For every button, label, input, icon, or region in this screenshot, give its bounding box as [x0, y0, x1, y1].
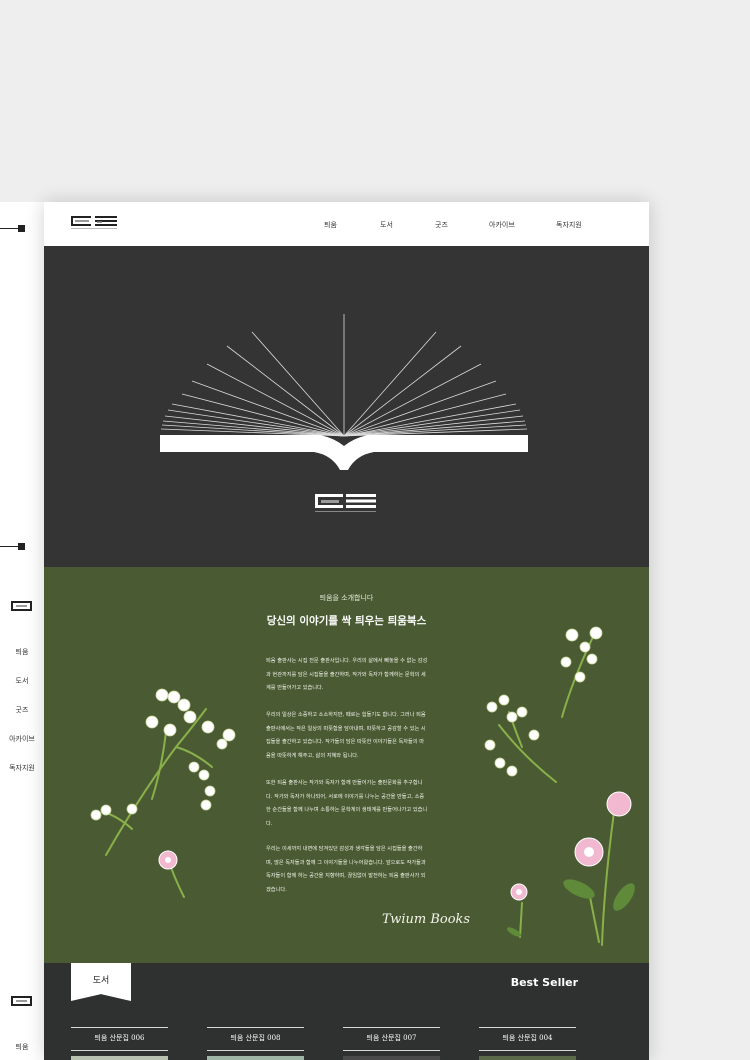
sidebar [0, 202, 44, 1060]
intro-paragraph: 또한 틔움 출판사는 작가와 독자가 함께 만들어가는 출판문화를 추구합니다.… [266, 780, 428, 827]
sidebar-connector [0, 228, 20, 229]
intro-kicker: 틔움을 소개합니다 [319, 594, 374, 602]
book-title-tab[interactable]: 틔움 산문집 008 [207, 1027, 304, 1051]
nav-reader-support[interactable]: 독자지원 [556, 220, 582, 230]
sidebar-logo-icon[interactable] [11, 996, 32, 1006]
section-ribbon: 도서 [71, 963, 131, 1001]
book-title-tab[interactable]: 틔움 산문집 007 [343, 1027, 440, 1051]
site-header: 틔움 도서 굿즈 아카이브 독자지원 [44, 202, 649, 246]
book-thumbnail[interactable] [479, 1056, 576, 1060]
book-thumbnail[interactable] [207, 1056, 304, 1060]
hero-banner [44, 246, 649, 567]
best-seller-label: Best Seller [510, 976, 578, 989]
sidebar-item-goods[interactable]: 굿즈 [0, 705, 44, 715]
nav-twium[interactable]: 틔움 [324, 220, 337, 230]
sidebar-item-archive[interactable]: 아카이브 [0, 734, 44, 744]
section-label: 도서 [92, 976, 110, 986]
sidebar-connector [0, 546, 20, 547]
nav-archive[interactable]: 아카이브 [489, 220, 515, 230]
open-book-illustration [160, 314, 528, 512]
book-title-tab[interactable]: 틔움 산문집 006 [71, 1027, 168, 1051]
sidebar-item-reader-support[interactable]: 독자지원 [0, 763, 44, 773]
nav-goods[interactable]: 굿즈 [435, 220, 448, 230]
signature: Twium Books [382, 912, 471, 927]
books-section: 도서 Best Seller 틔움 산문집 006 틔움 산문집 008 틔움 … [44, 963, 649, 1060]
hero-logo-icon [315, 494, 376, 512]
intro-section: 틔움을 소개합니다 당신의 이야기를 싹 틔우는 틔움북스 틔움 출판사는 시집… [44, 567, 649, 963]
sidebar-item-books[interactable]: 도서 [0, 676, 44, 686]
nav-books[interactable]: 도서 [380, 220, 393, 230]
sidebar-item-twium[interactable]: 틔움 [0, 1042, 44, 1052]
intro-paragraph: 우리는 이세까지 내면에 담겨있던 감성과 생각들을 담은 시집들을 출간하며,… [266, 846, 426, 893]
sidebar-logo-icon[interactable] [11, 601, 32, 611]
sidebar-item-twium[interactable]: 틔움 [0, 647, 44, 657]
logo-icon[interactable] [71, 216, 117, 230]
intro-paragraph: 틔움 출판사는 시집 전문 출판사입니다. 우리의 삶에서 빼놓을 수 없는 감… [266, 658, 428, 691]
sidebar-marker [18, 225, 25, 232]
intro-paragraph: 우리의 일상은 소중하고 소소하지만, 때로는 힘들기도 합니다. 그러나 틔움… [266, 712, 426, 759]
sidebar-marker [18, 543, 25, 550]
page-card: 틔움 도서 굿즈 아카이브 독자지원 틔움을 소개합니다 당신의 이야기를 싹 … [44, 202, 649, 1060]
book-thumbnail[interactable] [71, 1056, 168, 1060]
book-title-tab[interactable]: 틔움 산문집 004 [479, 1027, 576, 1051]
intro-title: 당신의 이야기를 싹 틔우는 틔움북스 [266, 615, 427, 627]
book-thumbnail[interactable] [343, 1056, 440, 1060]
